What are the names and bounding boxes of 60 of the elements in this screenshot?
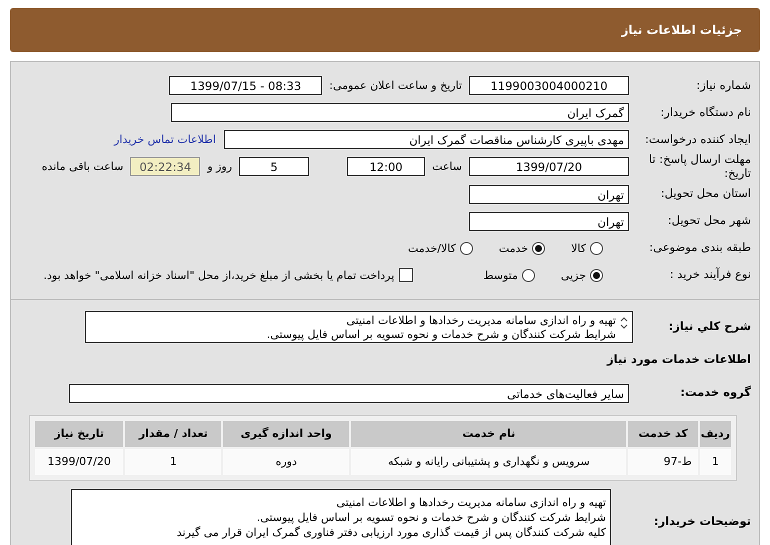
radio-label: کالا: [571, 242, 586, 255]
buyer-contact-link[interactable]: اطلاعات تماس خریدار: [114, 133, 216, 146]
field-label: تاریخ و ساعت اعلان عمومی:: [329, 79, 462, 92]
days-field: 5: [239, 157, 310, 176]
remaining-time-field: 02:22:34: [130, 157, 200, 176]
description-line: تهیه و راه اندازی سامانه مدیریت رخدادها و اطلاعات امنیتی: [345, 314, 616, 328]
description-textarea[interactable]: تهیه و راه اندازی سامانه مدیریت رخدادها و اطلاعات امنیتی شرایط شرکت کنندگان و شرح خدمات و نحوه تسویه بر اساس فایل پیوستی.: [85, 310, 633, 343]
note-line: تهیه و راه اندازی سامانه مدیریت رخدادها و اطلاعات امنیتی: [335, 494, 606, 510]
table-cell: 1: [125, 448, 222, 475]
page-title: جزئیات اطلاعات نیاز: [621, 23, 742, 37]
service-group-field: سایر فعالیت‌های خدماتی: [69, 384, 629, 403]
column-header: تاریخ نیاز: [35, 420, 124, 447]
field-label: گروه خدمت:: [679, 386, 751, 400]
radio-label: جزیی: [560, 268, 586, 282]
buyer-org-field: گمرک ایران: [171, 103, 629, 122]
scroll-arrows-icon[interactable]: [620, 316, 628, 329]
field-label: نام دستگاه خریدار:: [659, 106, 751, 120]
deadline-date-field: 1399/07/20: [469, 157, 629, 176]
column-header: تعداد / مقدار: [125, 420, 222, 447]
table-cell: 1399/07/20: [35, 448, 124, 475]
section-heading: اطلاعات خدمات مورد نیاز: [606, 352, 751, 366]
description-line: شرایط شرکت کنندگان و شرح خدمات و نحوه تسویه بر اساس فایل پیوستی.: [266, 328, 616, 342]
checkbox[interactable]: [399, 268, 414, 282]
field-label: مهلت ارسال پاسخ: تا تاریخ:: [648, 153, 751, 181]
column-header: نام خدمت: [351, 420, 626, 447]
radio-label: خدمت: [498, 242, 528, 255]
deadline-time-field: 12:00: [347, 157, 426, 176]
radio-button[interactable]: [532, 242, 546, 255]
checkbox-label: پرداخت تمام یا بخشی از مبلغ خرید،از محل "اسناد خزانه اسلامی" خواهد بود.: [44, 268, 394, 282]
note-line: شرایط شرکت کنندگان و شرح خدمات و نحوه تسویه بر اساس فایل پیوستی.: [256, 510, 606, 525]
field-label: ایجاد کننده درخواست:: [644, 132, 751, 146]
table-cell: سرویس و نگهداری و پشتیبانی رایانه و شبکه: [351, 448, 626, 475]
need-number-field: 1199003004000210: [469, 76, 629, 95]
field-label: شماره نیاز:: [695, 78, 751, 92]
radio-label: متوسط: [483, 268, 518, 282]
field-label: استان محل تحویل:: [660, 187, 751, 201]
requester-field: مهدی باپیری کارشناس مناقصات گمرک ایران: [224, 130, 629, 149]
field-label: شرح کلي نياز:: [668, 320, 751, 334]
radio-button[interactable]: [590, 268, 603, 282]
province-field: تهران: [469, 184, 629, 204]
table-cell: 1: [700, 448, 731, 475]
column-header: کد خدمت: [628, 420, 698, 447]
field-label: ساعت: [432, 160, 462, 174]
table-cell: ط-97: [628, 448, 698, 475]
radio-label: کالا/خدمت: [408, 242, 456, 255]
note-line: کلیه شرکت کنندگان پس از قیمت گذاری مورد ارزیابی دفتر فناوری گمرک ایران قرار می گیرند: [176, 524, 606, 540]
field-label: ساعت باقی مانده: [42, 160, 124, 174]
field-label: توضیحات خریدار:: [652, 514, 751, 528]
radio-button[interactable]: [460, 242, 473, 255]
radio-button[interactable]: [590, 242, 603, 255]
field-label: روز و: [207, 160, 232, 174]
announce-date-field: 1399/07/15 - 08:33: [169, 76, 322, 95]
column-header: واحد اندازه گیری: [223, 420, 350, 447]
field-label: شهر محل تحویل:: [666, 214, 751, 228]
radio-button[interactable]: [522, 268, 535, 282]
column-header: ردیف: [700, 420, 731, 447]
field-label: طبقه بندی موضوعی:: [648, 241, 751, 255]
field-label: نوع فرآیند خرید :: [668, 268, 751, 282]
table-cell: دوره: [223, 448, 350, 475]
city-field: تهران: [469, 212, 629, 231]
